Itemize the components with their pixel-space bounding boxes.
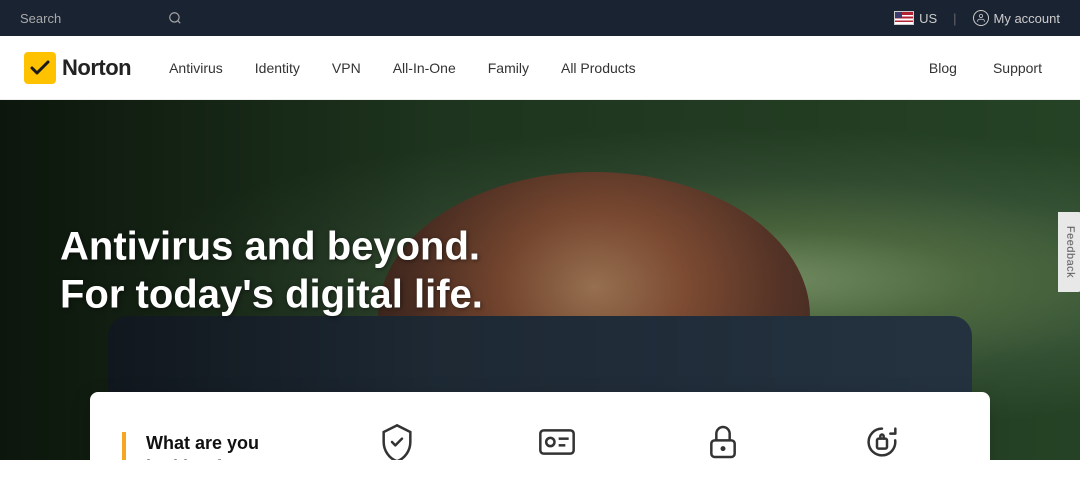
nav-vpn[interactable]: VPN xyxy=(318,52,375,84)
norton-logo-icon xyxy=(24,52,56,84)
nav-family[interactable]: Family xyxy=(474,52,543,84)
us-flag-icon xyxy=(894,11,914,25)
nav-support[interactable]: Support xyxy=(979,52,1056,84)
search-area[interactable] xyxy=(20,11,182,26)
my-account-label: My account xyxy=(994,11,1060,26)
nav-blog[interactable]: Blog xyxy=(915,52,971,84)
hero-content: Antivirus and beyond. For today's digita… xyxy=(60,222,483,318)
search-input[interactable] xyxy=(20,11,160,26)
norton-logo-text: Norton xyxy=(62,55,131,81)
nav-all-products[interactable]: All Products xyxy=(547,52,650,84)
nav-all-in-one[interactable]: All-In-One xyxy=(379,52,470,84)
hero-title-line2: For today's digital life. xyxy=(60,270,483,318)
card-item-identity[interactable]: Identity Theft Protection › xyxy=(484,420,628,460)
top-bar-right: US | My account xyxy=(894,10,1060,26)
id-card-icon xyxy=(535,420,579,460)
search-icon xyxy=(168,11,182,25)
card-prompt-text: What are you looking for? xyxy=(146,432,322,460)
card-item-vpn[interactable]: VPN for Online Privacy › xyxy=(653,420,793,460)
country-selector[interactable]: US xyxy=(894,11,937,26)
nav-links: Antivirus Identity VPN All-In-One Family… xyxy=(155,52,915,84)
norton-logo[interactable]: Norton xyxy=(24,52,131,84)
lock-icon xyxy=(701,420,745,460)
nav-identity[interactable]: Identity xyxy=(241,52,314,84)
card-prompt: What are you looking for? xyxy=(122,432,322,460)
nav-antivirus[interactable]: Antivirus xyxy=(155,52,237,84)
hero-title-line1: Antivirus and beyond. xyxy=(60,222,483,270)
divider: | xyxy=(953,11,956,26)
hero-section: Antivirus and beyond. For today's digita… xyxy=(0,100,1080,460)
card-items: Antivirus for Devices › Identity Theft P… xyxy=(322,420,958,460)
card-item-antivirus[interactable]: Antivirus for Devices › xyxy=(334,420,460,460)
feedback-label: Feedback xyxy=(1064,226,1076,278)
top-bar: US | My account xyxy=(0,0,1080,36)
what-looking-for-card: What are you looking for? Antivirus for … xyxy=(90,392,990,460)
feedback-tab[interactable]: Feedback xyxy=(1058,212,1080,292)
shield-check-icon xyxy=(375,420,419,460)
main-nav: Norton Antivirus Identity VPN All-In-One… xyxy=(0,36,1080,100)
nav-right: Blog Support xyxy=(915,52,1056,84)
country-label: US xyxy=(919,11,937,26)
card-item-all-in-one[interactable]: All-In-One Protection › xyxy=(818,420,946,460)
hero-title: Antivirus and beyond. For today's digita… xyxy=(60,222,483,318)
account-icon xyxy=(973,10,989,26)
my-account-button[interactable]: My account xyxy=(973,10,1060,26)
refresh-lock-icon xyxy=(860,420,904,460)
